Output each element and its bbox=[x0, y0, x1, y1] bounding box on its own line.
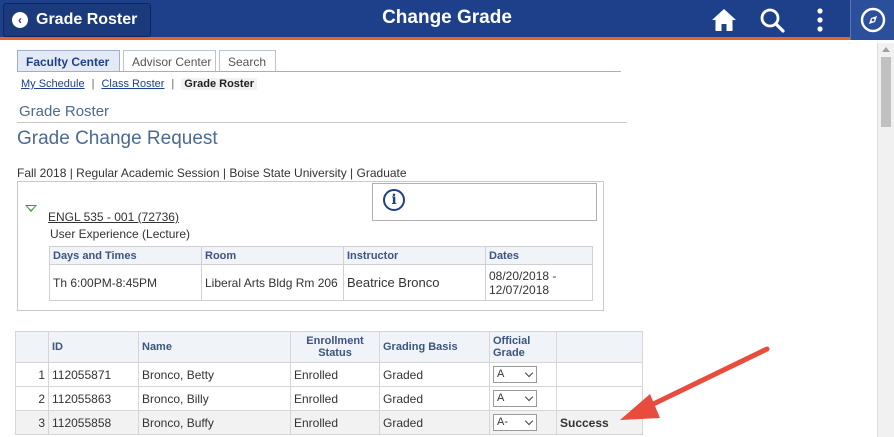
row-number: 3 bbox=[15, 410, 49, 435]
roster-header-basis: Grading Basis bbox=[379, 331, 490, 363]
table-row: 2 112055863 Bronco, Billy Enrolled Grade… bbox=[15, 386, 643, 411]
row-status bbox=[556, 362, 643, 387]
grading-basis: Graded bbox=[379, 410, 490, 435]
grading-basis: Graded bbox=[379, 362, 490, 387]
enrollment-status: Enrolled bbox=[290, 386, 380, 411]
meeting-room: Liberal Arts Bldg Rm 206 bbox=[201, 264, 344, 301]
divider bbox=[17, 122, 627, 123]
chevron-left-icon: ‹ bbox=[12, 12, 28, 28]
grade-select[interactable]: A- bbox=[493, 414, 537, 431]
meeting-header-dates: Dates bbox=[485, 246, 593, 265]
meeting-header-room: Room bbox=[201, 246, 344, 265]
tab-advisor-center[interactable]: Advisor Center bbox=[123, 50, 216, 72]
page-title: Grade Change Request bbox=[17, 128, 218, 149]
course-description: User Experience (Lecture) bbox=[50, 227, 191, 241]
breadcrumb-separator: | bbox=[91, 78, 95, 90]
more-vert-icon[interactable] bbox=[806, 6, 834, 34]
tab-faculty-center[interactable]: Faculty Center bbox=[17, 50, 120, 72]
roster-header-name: Name bbox=[138, 331, 291, 363]
meeting-table: Days and Times Room Instructor Dates Th … bbox=[49, 246, 593, 301]
back-button[interactable]: ‹ Grade Roster bbox=[3, 3, 151, 37]
meeting-dates: 08/20/2018 - 12/07/2018 bbox=[485, 264, 593, 301]
breadcrumb: My Schedule | Class Roster | Grade Roster bbox=[21, 78, 257, 90]
home-icon[interactable] bbox=[710, 6, 738, 34]
meeting-header-days: Days and Times bbox=[49, 246, 202, 265]
info-message-box: i bbox=[372, 183, 597, 221]
tab-advisor-center-label: Advisor Center bbox=[132, 55, 212, 69]
grade-select[interactable]: A bbox=[493, 366, 537, 383]
course-link[interactable]: ENGL 535 - 001 (72736) bbox=[48, 210, 179, 224]
info-icon: i bbox=[383, 189, 405, 211]
roster-header-note bbox=[556, 331, 643, 363]
enrollment-status: Enrolled bbox=[290, 410, 380, 435]
term-info: Fall 2018 | Regular Academic Session | B… bbox=[17, 166, 407, 180]
chevron-down-icon bbox=[524, 392, 534, 402]
vertical-scrollbar[interactable] bbox=[877, 43, 894, 437]
back-button-label: Grade Roster bbox=[36, 11, 138, 28]
grade-value: A bbox=[497, 392, 505, 404]
meeting-days: Th 6:00PM-8:45PM bbox=[49, 264, 202, 301]
grade-roster-table: ID Name Enrollment Status Grading Basis … bbox=[15, 331, 643, 435]
row-number: 2 bbox=[15, 386, 49, 411]
student-id: 112055858 bbox=[48, 410, 139, 435]
breadcrumb-class-roster[interactable]: Class Roster bbox=[101, 78, 164, 90]
roster-header-num bbox=[15, 331, 49, 363]
grade-value: A bbox=[497, 368, 505, 380]
scroll-up-arrow-icon[interactable] bbox=[882, 47, 890, 52]
chevron-down-icon bbox=[524, 368, 534, 378]
table-row: 3 112055858 Bronco, Buffy Enrolled Grade… bbox=[15, 410, 643, 435]
breadcrumb-current: Grade Roster bbox=[181, 78, 257, 90]
app-header: ‹ Grade Roster Change Grade bbox=[0, 0, 894, 40]
roster-header-id: ID bbox=[48, 331, 139, 363]
meeting-instructor: Beatrice Bronco bbox=[343, 264, 486, 301]
table-row: 1 112055871 Bronco, Betty Enrolled Grade… bbox=[15, 362, 643, 387]
breadcrumb-my-schedule[interactable]: My Schedule bbox=[21, 78, 85, 90]
enrollment-status: Enrolled bbox=[290, 362, 380, 387]
row-status bbox=[556, 386, 643, 411]
compass-icon bbox=[860, 7, 886, 33]
section-subtitle: Grade Roster bbox=[19, 103, 110, 120]
student-id: 112055871 bbox=[48, 362, 139, 387]
row-status-success: Success bbox=[556, 410, 643, 435]
grade-select[interactable]: A bbox=[493, 390, 537, 407]
student-name: Bronco, Buffy bbox=[138, 410, 291, 435]
roster-header-grade: Official Grade bbox=[489, 331, 557, 363]
student-name: Bronco, Billy bbox=[138, 386, 291, 411]
tab-underline bbox=[17, 71, 621, 72]
grading-basis: Graded bbox=[379, 386, 490, 411]
student-id: 112055863 bbox=[48, 386, 139, 411]
student-name: Bronco, Betty bbox=[138, 362, 291, 387]
row-number: 1 bbox=[15, 362, 49, 387]
chevron-down-icon bbox=[524, 416, 534, 426]
navbar-button[interactable] bbox=[850, 0, 894, 40]
scrollbar-thumb[interactable] bbox=[881, 57, 891, 127]
grade-value: A- bbox=[497, 416, 508, 428]
search-icon[interactable] bbox=[758, 6, 786, 34]
meeting-header-instructor: Instructor bbox=[343, 246, 486, 265]
roster-header-status: Enrollment Status bbox=[290, 331, 380, 363]
collapse-triangle-icon[interactable] bbox=[25, 205, 37, 212]
breadcrumb-separator: | bbox=[171, 78, 175, 90]
tab-search[interactable]: Search bbox=[219, 50, 276, 72]
